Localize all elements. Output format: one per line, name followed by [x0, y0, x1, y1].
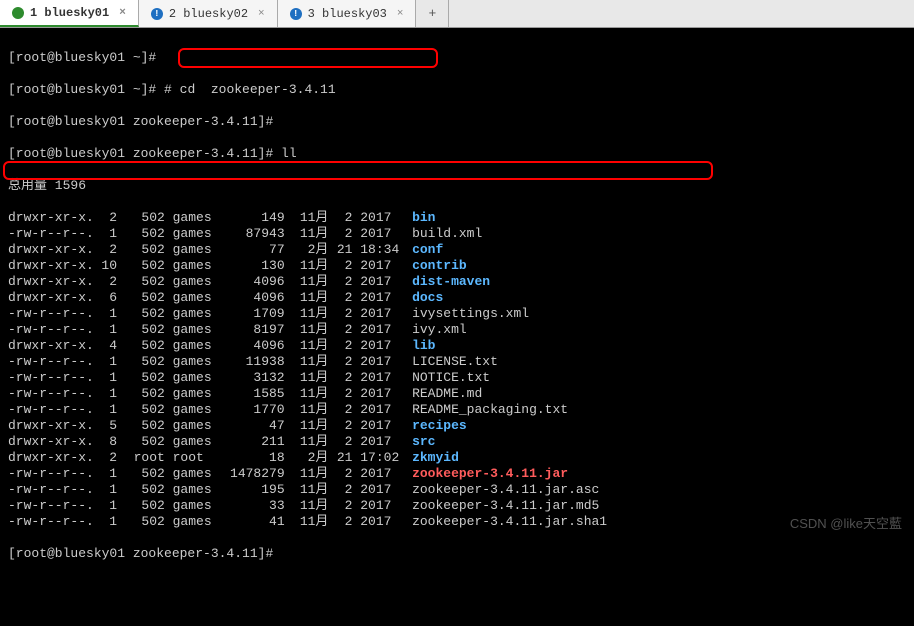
status-icon: !	[290, 8, 302, 20]
list-item: -rw-r--r--.1 502 games1709 11月2 2017 ivy…	[8, 306, 906, 322]
close-icon[interactable]: ×	[397, 8, 404, 20]
list-item: drwxr-xr-x.8 502 games211 11月2 2017 src	[8, 434, 906, 450]
prompt: [root@bluesky01 zookeeper-3.4.11]#	[8, 146, 273, 161]
list-item: drwxr-xr-x.6 502 games4096 11月2 2017 doc…	[8, 290, 906, 306]
prompt: [root@bluesky01 zookeeper-3.4.11]#	[8, 114, 273, 129]
list-item: drwxr-xr-x.2 root root18 2月21 17:02 zkmy…	[8, 450, 906, 466]
tab-label: 3 bluesky03	[308, 7, 387, 21]
file-listing: drwxr-xr-x.2 502 games149 11月2 2017 bin-…	[8, 210, 906, 530]
list-item: drwxr-xr-x.4 502 games4096 11月2 2017 lib	[8, 338, 906, 354]
tab-label: 2 bluesky02	[169, 7, 248, 21]
status-icon: !	[151, 8, 163, 20]
command-cd: # cd zookeeper-3.4.11	[156, 82, 335, 97]
list-item: drwxr-xr-x.2 502 games77 2月21 18:34 conf	[8, 242, 906, 258]
list-item: drwxr-xr-x.5 502 games47 11月2 2017 recip…	[8, 418, 906, 434]
list-item: -rw-r--r--.1 502 games87943 11月2 2017 bu…	[8, 226, 906, 242]
status-icon	[12, 7, 24, 19]
close-icon[interactable]: ×	[258, 8, 265, 20]
command-ll: ll	[273, 146, 296, 161]
list-item: -rw-r--r--.1 502 games8197 11月2 2017 ivy…	[8, 322, 906, 338]
tab-1[interactable]: 1 bluesky01 ×	[0, 0, 139, 27]
total-line: 总用量 1596	[8, 178, 906, 194]
list-item: -rw-r--r--.1 502 games3132 11月2 2017 NOT…	[8, 370, 906, 386]
close-icon[interactable]: ×	[119, 7, 126, 19]
list-item: drwxr-xr-x.2 502 games4096 11月2 2017 dis…	[8, 274, 906, 290]
tab-label: 1 bluesky01	[30, 6, 109, 20]
prompt: [root@bluesky01 ~]#	[8, 82, 156, 97]
list-item: -rw-r--r--.1 502 games1770 11月2 2017 REA…	[8, 402, 906, 418]
list-item: -rw-r--r--.1 502 games41 11月2 2017 zooke…	[8, 514, 906, 530]
list-item: -rw-r--r--.1 502 games195 11月2 2017 zook…	[8, 482, 906, 498]
add-tab-button[interactable]: +	[416, 0, 449, 27]
list-item: drwxr-xr-x.2 502 games149 11月2 2017 bin	[8, 210, 906, 226]
list-item: -rw-r--r--.1 502 games1585 11月2 2017 REA…	[8, 386, 906, 402]
tab-2[interactable]: ! 2 bluesky02 ×	[139, 0, 278, 27]
watermark: CSDN @like天空藍	[790, 513, 902, 532]
list-item: -rw-r--r--.1 502 games11938 11月2 2017 LI…	[8, 354, 906, 370]
prompt: [root@bluesky01 zookeeper-3.4.11]#	[8, 546, 273, 561]
list-item: -rw-r--r--.1 502 games33 11月2 2017 zooke…	[8, 498, 906, 514]
list-item: drwxr-xr-x.10 502 games130 11月2 2017 con…	[8, 258, 906, 274]
list-item: -rw-r--r--.1 502 games1478279 11月2 2017 …	[8, 466, 906, 482]
tab-3[interactable]: ! 3 bluesky03 ×	[278, 0, 417, 27]
terminal-output[interactable]: [root@bluesky01 ~]# [root@bluesky01 ~]# …	[0, 28, 914, 540]
tab-bar: 1 bluesky01 × ! 2 bluesky02 × ! 3 bluesk…	[0, 0, 914, 28]
prompt: [root@bluesky01 ~]#	[8, 50, 156, 65]
